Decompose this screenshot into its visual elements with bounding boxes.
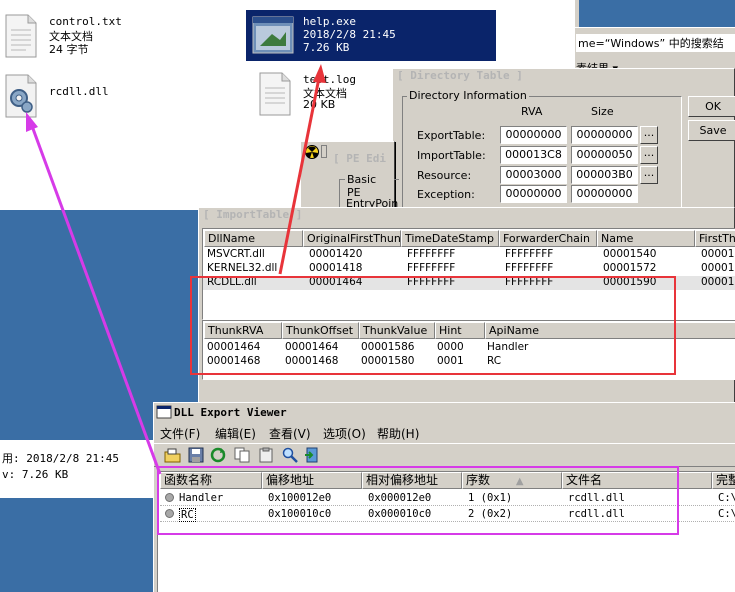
search-query-text: me=“Windows” 中的搜索结 [576,34,735,52]
cell-name: 00001572 [603,262,657,274]
cell-oft: 00001420 [309,248,363,260]
explorer-pane-right-edge [575,0,579,27]
window-title: [ Directory Table ] [393,69,734,85]
app-icon [156,405,172,419]
ok-button[interactable]: OK [688,96,735,117]
text-file-icon [259,72,291,116]
text-file-icon [5,14,37,58]
col-forwarderchain[interactable]: ForwarderChain [499,230,597,247]
table-row[interactable]: MSVCRT.dll 00001420 FFFFFFFF FFFFFFFF 00… [203,248,735,262]
cell-ft: 000010 [701,262,735,274]
save-button[interactable]: Save [688,120,735,141]
radiation-icon [305,145,319,159]
exit-icon[interactable] [304,447,320,463]
file-size: 20 KB [303,98,336,111]
label-export-table: ExportTable: [417,129,486,142]
toolbar [154,443,735,467]
file-size: 7.26 KB [303,41,350,54]
label-resource: Resource: [417,169,472,182]
properties-icon[interactable] [258,447,274,463]
cell-oft: 00001418 [309,262,363,274]
red-highlight-box [190,276,676,375]
menu-help[interactable]: 帮助(H) [377,425,419,442]
refresh-icon[interactable] [210,447,226,463]
pe-editor-title-bar [321,145,327,158]
menu-view[interactable]: 查看(V) [269,425,311,442]
cell-ft: 000010 [701,248,735,260]
file-date: 2018/2/8 21:45 [303,28,396,41]
cell-full-path: C:\ [718,492,735,504]
cell-full-path: C:\ [718,508,735,520]
details-panel: 用: 2018/2/8 21:45 v: 7.26 KB [0,440,155,498]
menu-edit[interactable]: 编辑(E) [215,425,256,442]
exception-size-field[interactable]: 00000000 [571,185,638,203]
cell-fc: FFFFFFFF [505,262,554,274]
details-date: 用: 2018/2/8 21:45 [2,452,119,465]
menu-options[interactable]: 选项(O) [323,425,366,442]
exception-rva-field[interactable]: 00000000 [500,185,567,203]
pe-editor-window: [ PE Edi Basic PE EntryPoin [300,141,399,219]
export-browse-button[interactable]: ... [640,126,658,144]
import-rva-field[interactable]: 000013C8 [500,146,567,164]
resource-size-field[interactable]: 000003B0 [571,166,638,184]
open-icon[interactable] [164,447,182,463]
label-import-table: ImportTable: [417,149,486,162]
window-title: [ ImportTable ] [199,208,734,225]
resource-browse-button[interactable]: ... [640,166,658,184]
col-dllname[interactable]: DllName [204,230,303,247]
cell-tds: FFFFFFFF [407,262,456,274]
cell-tds: FFFFFFFF [407,248,456,260]
table-row[interactable]: KERNEL32.dll 00001418 FFFFFFFF FFFFFFFF … [203,262,735,276]
menu-file[interactable]: 文件(F) [160,425,200,442]
file-item-control-txt[interactable]: control.txt 文本文档 24 字节 [2,12,152,62]
file-size: 24 字节 [49,43,89,56]
cell-ft: 000010 [701,276,735,288]
col-timedatestamp[interactable]: TimeDateStamp [401,230,499,247]
col-name[interactable]: Name [597,230,695,247]
file-name: rcdll.dll [49,85,109,98]
resource-rva-field[interactable]: 00003000 [500,166,567,184]
file-name: help.exe [303,15,356,28]
details-size: v: 7.26 KB [2,468,69,481]
file-item-test-log[interactable]: test.log 文本文档 20 KB [256,70,396,120]
rva-header: RVA [521,105,543,118]
export-rva-field[interactable]: 00000000 [500,126,567,144]
file-item-help-exe[interactable]: help.exe 2018/2/8 21:45 7.26 KB [246,10,496,61]
window-title: DLL Export Viewer [174,406,287,419]
directory-table-window: [ Directory Table ] Directory Informatio… [392,68,735,212]
col-originalfirstthunk[interactable]: OriginalFirstThunk [303,230,401,247]
menu-bar: 文件(F) 编辑(E) 查看(V) 选项(O) 帮助(H) [154,423,735,442]
find-icon[interactable] [282,447,298,463]
dll-file-gear-icon [5,74,37,118]
import-browse-button[interactable]: ... [640,146,658,164]
file-name: control.txt [49,15,122,28]
save-icon[interactable] [188,447,204,463]
import-size-field[interactable]: 00000050 [571,146,638,164]
group-label: Directory Information [407,89,529,102]
cell-dllname: MSVCRT.dll [207,248,265,260]
size-header: Size [591,105,614,118]
col-full-path[interactable]: 完整 [712,472,735,489]
cell-dllname: KERNEL32.dll [207,262,278,274]
title-bar: DLL Export Viewer [154,403,735,422]
col-firstthunk[interactable]: FirstThu [695,230,735,247]
basic-pe-label: Basic PE [345,173,394,199]
export-size-field[interactable]: 00000000 [571,126,638,144]
label-exception: Exception: [417,188,475,201]
cell-fc: FFFFFFFF [505,248,554,260]
file-item-rcdll-dll[interactable]: rcdll.dll [2,72,152,122]
copy-icon[interactable] [234,447,250,463]
magenta-highlight-box [157,466,679,535]
cell-name: 00001540 [603,248,657,260]
exe-window-icon [252,16,294,54]
window-title: [ PE Edi [333,152,386,165]
